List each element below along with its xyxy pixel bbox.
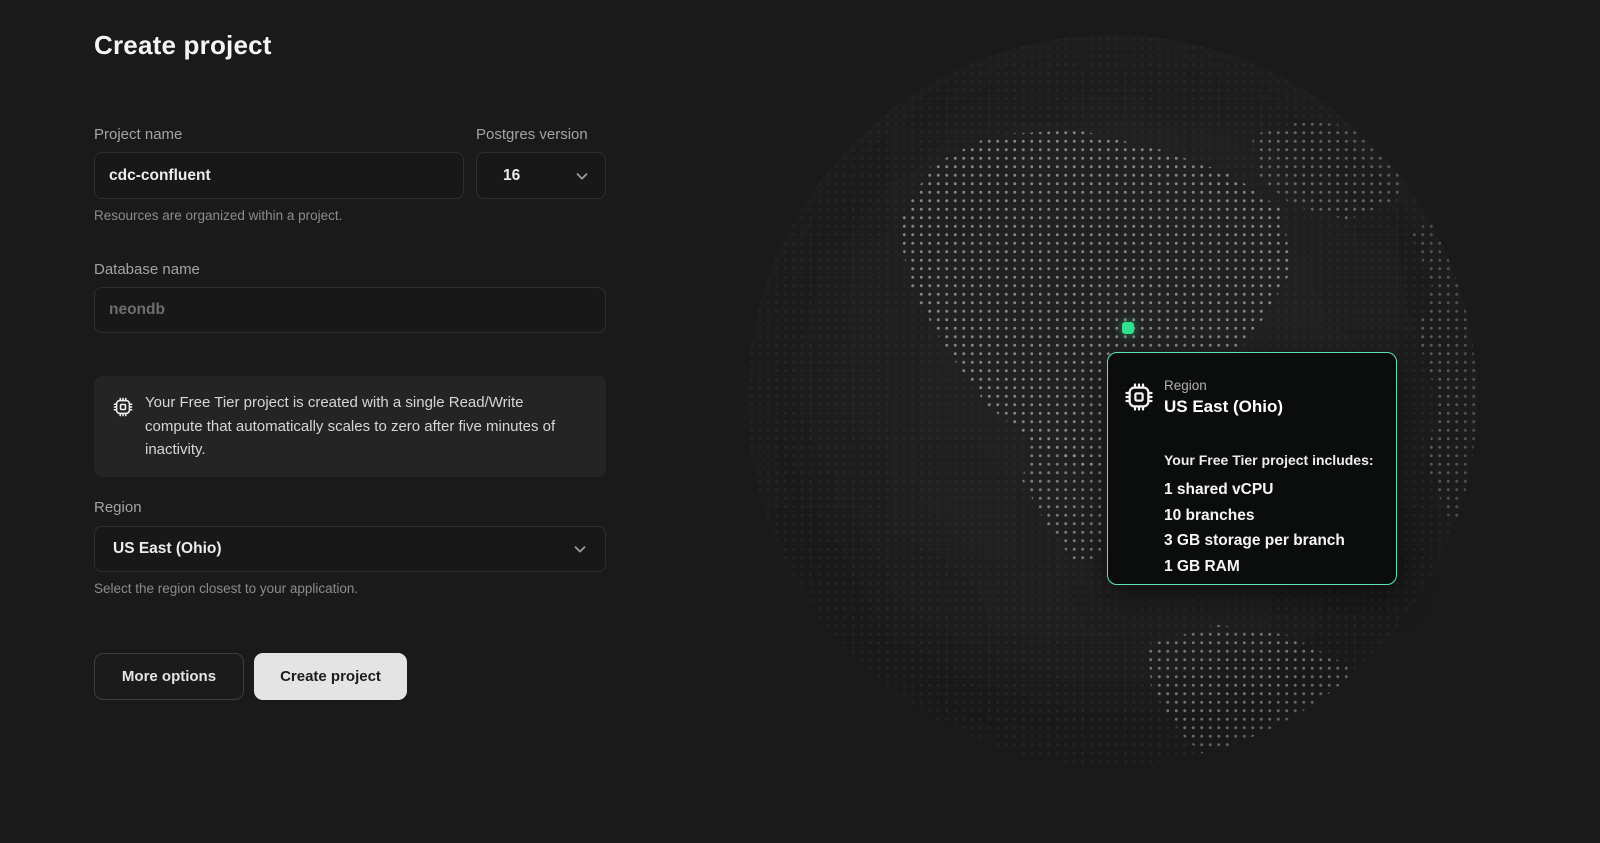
- free-tier-notice: Your Free Tier project is created with a…: [94, 376, 606, 477]
- page-title: Create project: [94, 30, 272, 61]
- region-select-value: US East (Ohio): [113, 540, 222, 558]
- region-tooltip-card: Region US East (Ohio) Your Free Tier pro…: [1107, 352, 1397, 585]
- project-name-label: Project name: [94, 126, 182, 143]
- postgres-version-value: 16: [503, 167, 520, 185]
- database-name-input[interactable]: [94, 287, 606, 333]
- create-project-button[interactable]: Create project: [254, 653, 407, 700]
- cpu-chip-icon: [112, 396, 134, 418]
- more-options-button[interactable]: More options: [94, 653, 244, 700]
- tooltip-include-item: 1 shared vCPU: [1164, 477, 1345, 503]
- region-marker[interactable]: [1122, 322, 1134, 334]
- cpu-chip-icon: [1123, 381, 1155, 413]
- project-name-input[interactable]: [94, 152, 464, 199]
- database-name-label: Database name: [94, 261, 200, 278]
- tooltip-include-item: 1 GB RAM: [1164, 554, 1345, 580]
- free-tier-notice-text: Your Free Tier project is created with a…: [145, 391, 584, 462]
- tooltip-region-label: Region: [1164, 378, 1207, 393]
- postgres-version-label: Postgres version: [476, 126, 588, 143]
- region-helper: Select the region closest to your applic…: [94, 581, 358, 596]
- tooltip-includes-title: Your Free Tier project includes:: [1164, 452, 1374, 468]
- project-name-helper: Resources are organized within a project…: [94, 208, 342, 223]
- create-project-page: Region US East (Ohio) Your Free Tier pro…: [0, 0, 1600, 843]
- tooltip-include-item: 3 GB storage per branch: [1164, 528, 1345, 554]
- region-label: Region: [94, 499, 142, 516]
- create-project-form: Create project Project name Postgres ver…: [94, 0, 606, 843]
- tooltip-include-item: 10 branches: [1164, 503, 1345, 529]
- chevron-down-icon: [573, 167, 591, 185]
- region-select[interactable]: US East (Ohio): [94, 526, 606, 572]
- chevron-down-icon: [571, 540, 589, 558]
- tooltip-region-name: US East (Ohio): [1164, 397, 1283, 417]
- postgres-version-select[interactable]: 16: [476, 152, 606, 199]
- tooltip-includes-list: 1 shared vCPU 10 branches 3 GB storage p…: [1164, 477, 1345, 579]
